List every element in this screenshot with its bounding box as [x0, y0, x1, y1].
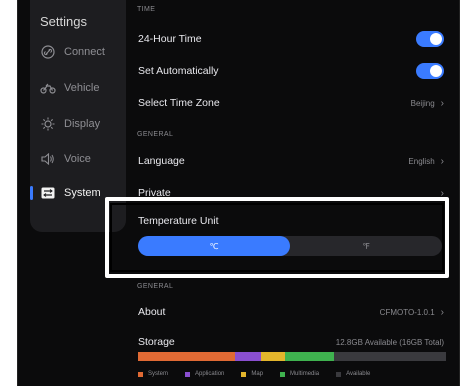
row-label: Language: [138, 155, 185, 167]
legend-label: Application: [195, 371, 225, 377]
toggle-knob: [430, 33, 442, 45]
legend-label: Multimedia: [290, 371, 320, 377]
fahrenheit-option[interactable]: ℉: [290, 236, 442, 256]
section-label-general: GENERAL: [137, 131, 174, 138]
storage-segment-system: [138, 352, 236, 361]
row-select-time-zone[interactable]: Select Time Zone Beijing ›: [126, 88, 456, 118]
legend-item-application: Application: [185, 371, 224, 377]
chevron-right-icon: ›: [440, 97, 444, 109]
storage-segment-multimedia: [285, 352, 334, 361]
settings-screen: Settings Connect Vehicle Display Voice S…: [17, 0, 460, 386]
sidebar-item-vehicle[interactable]: Vehicle: [40, 78, 124, 98]
legend-item-available: Available: [336, 371, 370, 377]
sidebar-item-label: Voice: [64, 153, 91, 165]
row-label: Storage: [138, 336, 175, 348]
sidebar-item-label: Connect: [64, 46, 105, 58]
row-private[interactable]: Private ›: [126, 178, 456, 208]
celsius-option[interactable]: ℃: [138, 236, 290, 256]
sun-icon: [40, 117, 56, 131]
row-about[interactable]: About CFMOTO-1.0.1 ›: [126, 297, 456, 327]
toggle-knob: [430, 65, 442, 77]
toggle-24-hour-time[interactable]: [416, 31, 444, 47]
legend-swatch: [138, 371, 143, 377]
row-language[interactable]: Language English ›: [126, 146, 456, 176]
temperature-unit-label: Temperature Unit: [138, 215, 219, 227]
sidebar-item-label: Vehicle: [64, 82, 100, 94]
legend-swatch: [336, 371, 342, 377]
section-label-general-2: GENERAL: [137, 283, 174, 290]
language-value: English: [408, 156, 435, 166]
sidebar: Settings Connect Vehicle Display Voice S…: [30, 0, 126, 232]
system-icon: [40, 186, 56, 200]
section-label-time: TIME: [137, 6, 156, 13]
legend-item-system: System: [138, 371, 168, 377]
storage-usage-bar: [138, 352, 446, 361]
toggle-set-automatically[interactable]: [416, 63, 444, 79]
storage-segment-application: [235, 352, 261, 361]
active-indicator: [30, 186, 33, 200]
sidebar-item-connect[interactable]: Connect: [40, 42, 124, 62]
temperature-unit-segmented-control: ℃ ℉: [138, 236, 442, 256]
legend-item-multimedia: Multimedia: [280, 371, 319, 377]
sidebar-item-system[interactable]: System: [40, 183, 124, 203]
row-label: About: [138, 306, 166, 318]
chevron-right-icon: ›: [440, 187, 444, 199]
time-zone-value: Beijing: [410, 98, 435, 108]
row-label: Select Time Zone: [138, 97, 220, 109]
sidebar-item-voice[interactable]: Voice: [40, 149, 124, 169]
storage-value: 12.8GB Available (16GB Total): [335, 337, 444, 347]
about-value: CFMOTO-1.0.1: [379, 307, 435, 317]
legend-swatch: [280, 371, 286, 377]
legend-swatch: [241, 371, 247, 377]
sidebar-item-label: System: [64, 187, 101, 199]
sidebar-title: Settings: [40, 14, 87, 29]
row-24-hour-time[interactable]: 24-Hour Time: [126, 24, 456, 54]
row-label: Private: [138, 187, 171, 199]
storage-segment-map: [260, 352, 286, 361]
storage-segment-available: [333, 352, 446, 361]
chevron-right-icon: ›: [440, 306, 444, 318]
connect-icon: [40, 45, 56, 59]
legend-swatch: [185, 371, 191, 377]
sidebar-item-display[interactable]: Display: [40, 114, 124, 134]
sidebar-item-label: Display: [64, 118, 101, 130]
row-label: Set Automatically: [138, 65, 219, 77]
legend-label: System: [148, 371, 169, 377]
chevron-right-icon: ›: [440, 155, 444, 167]
legend-label: Map: [251, 371, 264, 377]
legend-item-map: Map: [241, 371, 263, 377]
row-label: 24-Hour Time: [138, 33, 202, 45]
legend-label: Available: [346, 371, 371, 377]
temperature-unit-card: Temperature Unit ℃ ℉: [126, 205, 456, 267]
storage-legend: System Application Map Multimedia Available: [138, 371, 387, 377]
speaker-icon: [40, 152, 56, 166]
motorcycle-icon: [40, 81, 56, 95]
row-set-automatically[interactable]: Set Automatically: [126, 56, 456, 86]
